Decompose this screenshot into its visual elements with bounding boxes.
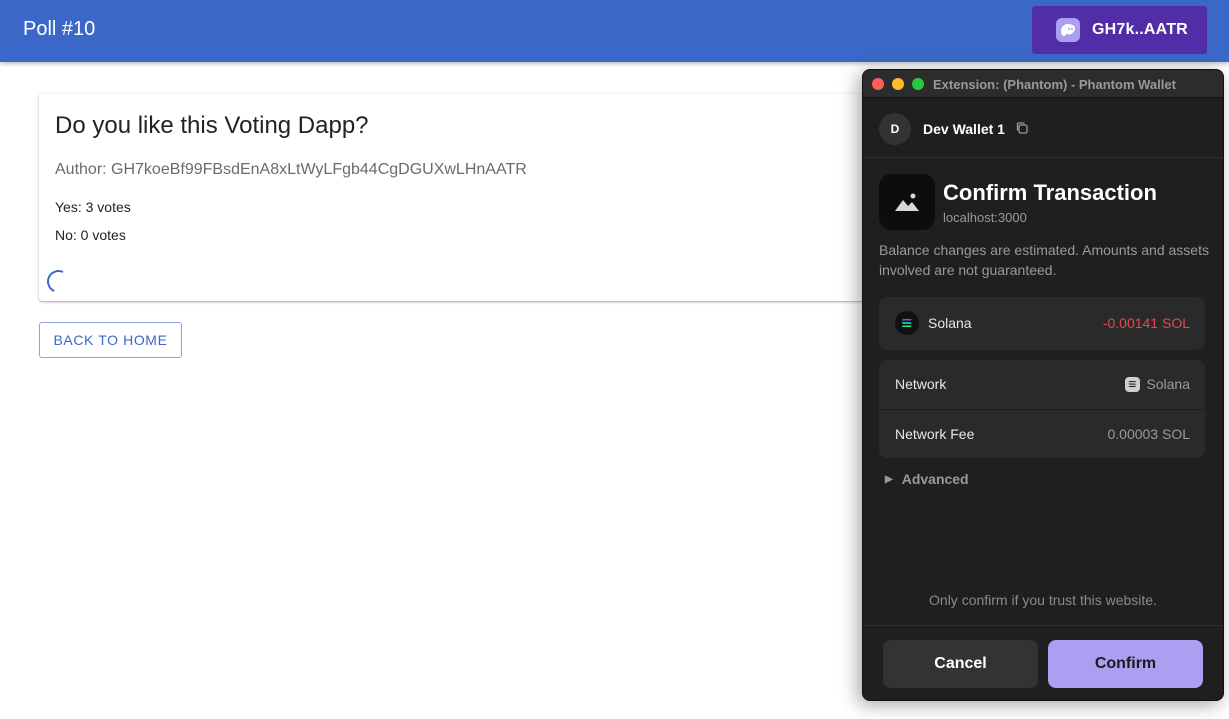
solana-icon xyxy=(1125,376,1141,392)
phantom-wallet-window: Extension: (Phantom) - Phantom Wallet D … xyxy=(862,69,1224,701)
account-header: D Dev Wallet 1 xyxy=(863,98,1223,158)
account-avatar[interactable]: D xyxy=(879,113,911,145)
token-name: Solana xyxy=(928,315,972,331)
trust-warning: Only confirm if you trust this website. xyxy=(929,592,1157,608)
window-title: Extension: (Phantom) - Phantom Wallet xyxy=(933,77,1176,92)
cancel-button[interactable]: Cancel xyxy=(883,640,1038,688)
network-label: Network xyxy=(895,376,947,392)
balance-change-amount: -0.00141 SOL xyxy=(1102,315,1190,331)
minimize-window-button[interactable] xyxy=(892,78,904,90)
image-placeholder-icon xyxy=(879,174,935,230)
poll-card: Do you like this Voting Dapp? Author: GH… xyxy=(39,94,899,301)
close-window-button[interactable] xyxy=(872,78,884,90)
wallet-address-label: GH7k..AATR xyxy=(1092,21,1188,38)
wallet-button[interactable]: GH7k..AATR xyxy=(1032,6,1207,54)
confirm-transaction-heading: Confirm Transaction xyxy=(943,180,1157,205)
advanced-label: Advanced xyxy=(901,471,969,487)
action-footer: Cancel Confirm xyxy=(863,625,1223,700)
triangle-right-icon: ▶ xyxy=(885,473,893,485)
phantom-ghost-icon xyxy=(1056,18,1080,42)
window-titlebar: Extension: (Phantom) - Phantom Wallet xyxy=(863,70,1223,98)
yes-votes: Yes: 3 votes xyxy=(55,199,131,215)
poll-question: Do you like this Voting Dapp? xyxy=(55,112,369,139)
no-votes: No: 0 votes xyxy=(55,227,126,243)
back-to-home-button[interactable]: BACK TO HOME xyxy=(39,322,182,358)
solana-icon xyxy=(895,311,919,335)
network-fee-row: Network Fee 0.00003 SOL xyxy=(895,424,1190,444)
advanced-toggle[interactable]: ▶ Advanced xyxy=(885,471,969,487)
balance-disclaimer: Balance changes are estimated. Amounts a… xyxy=(879,242,1209,278)
network-fee-label: Network Fee xyxy=(895,426,975,442)
app-bar: Poll #10 GH7k..AATR xyxy=(0,0,1229,62)
maximize-window-button[interactable] xyxy=(912,78,924,90)
account-name: Dev Wallet 1 xyxy=(923,121,1005,137)
request-origin: localhost:3000 xyxy=(943,210,1027,225)
balance-change-box: Solana -0.00141 SOL xyxy=(879,297,1205,350)
divider xyxy=(879,409,1205,410)
poll-author: Author: GH7koeBf99FBsdEnA8xLtWyLFgb44CgD… xyxy=(55,161,527,178)
confirm-button[interactable]: Confirm xyxy=(1048,640,1203,688)
network-value: Solana xyxy=(1146,376,1190,392)
network-details-box: Network Solana Network Fee 0.00003 SOL xyxy=(879,360,1205,458)
progress-spinner xyxy=(43,266,74,297)
copy-icon[interactable] xyxy=(1015,121,1029,135)
network-fee-value: 0.00003 SOL xyxy=(1107,426,1190,442)
page-title: Poll #10 xyxy=(23,18,96,40)
network-row: Network Solana xyxy=(895,374,1190,394)
